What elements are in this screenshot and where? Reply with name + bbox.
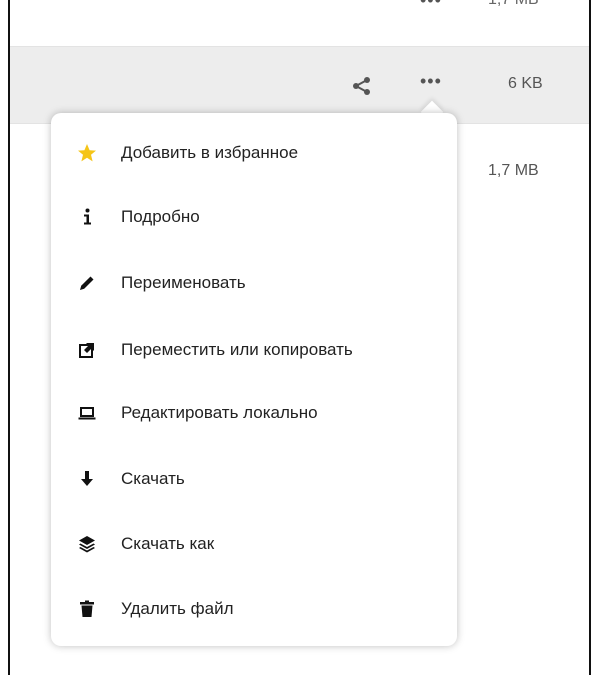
file-size: 1,7 MB xyxy=(488,162,539,179)
star-icon xyxy=(77,143,97,163)
menu-item-label: Переместить или копировать xyxy=(121,340,353,359)
menu-item-label: Подробно xyxy=(121,207,200,226)
more-actions-button[interactable]: ••• xyxy=(420,71,442,92)
menu-item-label: Переименовать xyxy=(121,273,246,292)
download-arrow-icon xyxy=(77,469,97,489)
menu-item-label: Редактировать локально xyxy=(121,403,318,422)
file-size: 1,7 MB xyxy=(488,0,539,9)
menu-item-label: Удалить файл xyxy=(121,599,234,618)
menu-item-rename[interactable]: Переименовать xyxy=(51,253,457,313)
share-icon[interactable] xyxy=(351,75,373,97)
laptop-icon xyxy=(77,403,97,423)
menu-item-details[interactable]: Подробно xyxy=(51,187,457,247)
menu-item-edit-locally[interactable]: Редактировать локально xyxy=(51,383,457,443)
menu-item-delete[interactable]: Удалить файл xyxy=(51,579,457,639)
trash-icon xyxy=(77,599,97,619)
more-actions-button[interactable]: ••• xyxy=(420,0,442,11)
file-row[interactable]: ••• 1,7 MB xyxy=(10,0,589,46)
menu-item-label: Добавить в избранное xyxy=(121,143,299,162)
menu-item-download-as[interactable]: Скачать как xyxy=(51,514,457,574)
menu-item-move-copy[interactable]: Переместить или копировать xyxy=(51,320,457,380)
menu-item-label: Скачать как xyxy=(121,534,215,553)
menu-item-add-favorite[interactable]: Добавить в избранное xyxy=(51,123,457,183)
menu-item-download[interactable]: Скачать xyxy=(51,449,457,509)
external-link-icon xyxy=(77,340,97,360)
file-context-menu: Добавить в избранное Подробно Переименов… xyxy=(51,113,457,646)
pencil-icon xyxy=(77,273,97,293)
menu-item-label: Скачать xyxy=(121,469,185,488)
info-icon xyxy=(77,207,97,227)
layers-icon xyxy=(77,534,97,554)
file-size: 6 KB xyxy=(508,75,543,92)
